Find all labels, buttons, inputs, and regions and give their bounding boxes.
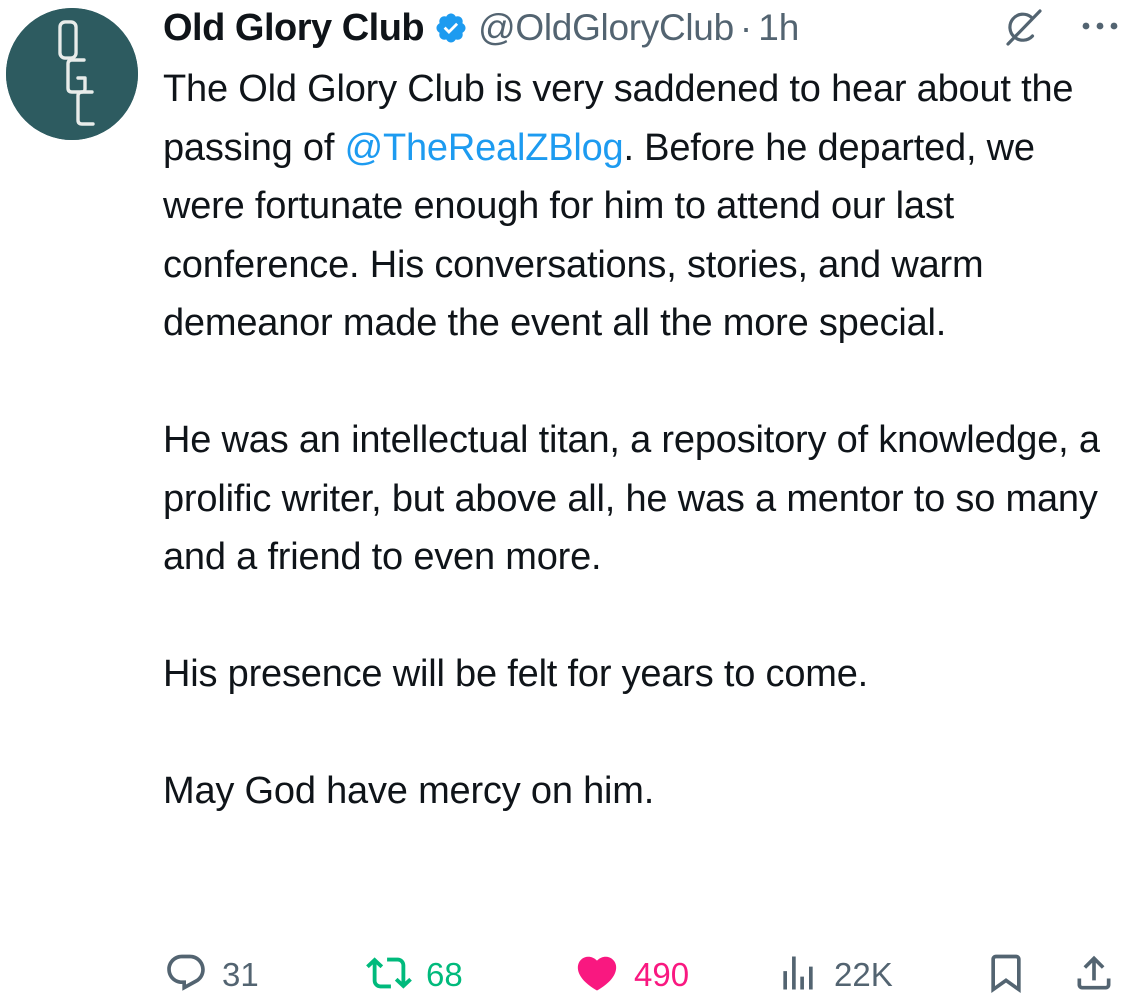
reply-count: 31: [222, 956, 259, 993]
avatar[interactable]: [6, 8, 138, 140]
tweet-paragraph: He was an intellectual titan, a reposito…: [163, 419, 1100, 578]
tweet-paragraph: His presence will be felt for years to c…: [163, 653, 869, 695]
tweet-header: Old Glory Club @OldGloryClub · 1h: [163, 4, 799, 52]
mention-link[interactable]: @TheRealZBlog: [345, 127, 624, 169]
timestamp[interactable]: 1h: [758, 7, 799, 49]
like-count: 490: [634, 956, 690, 993]
tweet-paragraph: The Old Glory Club is very saddened to h…: [163, 60, 1123, 353]
more-options-icon[interactable]: [1080, 14, 1120, 38]
heart-icon: [574, 950, 620, 1001]
retweet-count: 68: [426, 956, 463, 993]
views-icon: [776, 951, 820, 1000]
tweet[interactable]: Old Glory Club @OldGloryClub · 1h The Ol…: [0, 0, 1123, 1003]
avatar-monogram: [6, 8, 138, 140]
tweet-paragraph: May God have mercy on him.: [163, 770, 655, 812]
separator-dot: ·: [739, 7, 753, 48]
action-bar: 31 68 490 22K: [0, 948, 1123, 1002]
like-button[interactable]: 490: [574, 948, 689, 1002]
bookmark-icon: [984, 951, 1028, 1000]
share-button[interactable]: [1072, 948, 1116, 1002]
tweet-text: The Old Glory Club is very saddened to h…: [163, 60, 1123, 821]
author-display-name[interactable]: Old Glory Club: [163, 7, 425, 50]
views-count: 22K: [834, 956, 893, 993]
grok-icon[interactable]: [1000, 8, 1046, 48]
verified-badge-icon[interactable]: [434, 11, 468, 45]
retweet-icon: [366, 950, 412, 1001]
retweet-button[interactable]: 68: [366, 948, 463, 1002]
views-button[interactable]: 22K: [776, 948, 893, 1002]
reply-icon: [164, 951, 208, 1000]
reply-button[interactable]: 31: [164, 948, 259, 1002]
share-icon: [1072, 951, 1116, 1000]
author-handle[interactable]: @OldGloryClub: [478, 7, 734, 49]
bookmark-button[interactable]: [984, 948, 1028, 1002]
